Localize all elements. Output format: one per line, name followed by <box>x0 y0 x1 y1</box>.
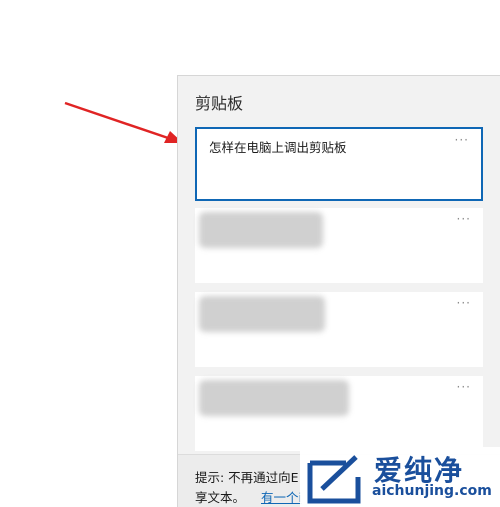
blurred-content <box>199 296 325 332</box>
clipboard-item[interactable]: ··· <box>195 292 483 367</box>
clipboard-panel: 剪贴板 怎样在电脑上调出剪贴板 ··· ··· ··· ··· 提示: 不再通过… <box>177 75 500 507</box>
watermark-text-en: aichunjing.com <box>372 483 492 499</box>
tip-text-line2: 享文本。 有一个i <box>195 487 302 506</box>
clipboard-item[interactable]: ··· <box>195 208 483 283</box>
tip-text: 提示: 不再通过向E <box>195 470 299 485</box>
more-options-button[interactable]: ··· <box>455 133 469 147</box>
more-options-button[interactable]: ··· <box>457 296 471 310</box>
clipboard-item-text: 怎样在电脑上调出剪贴板 <box>209 140 347 155</box>
site-watermark: 爱纯净 aichunjing.com <box>300 447 500 507</box>
blurred-content <box>199 212 323 248</box>
more-options-button[interactable]: ··· <box>457 212 471 226</box>
clipboard-item[interactable]: ··· <box>195 376 483 451</box>
tip-text-prefix: 享文本。 <box>195 490 246 505</box>
blurred-content <box>199 380 349 416</box>
panel-title: 剪贴板 <box>195 94 244 113</box>
watermark-logo-icon <box>307 455 361 504</box>
more-options-button[interactable]: ··· <box>457 380 471 394</box>
clipboard-item[interactable]: 怎样在电脑上调出剪贴板 ··· <box>195 127 483 201</box>
tip-link[interactable]: 有一个i <box>261 490 302 505</box>
